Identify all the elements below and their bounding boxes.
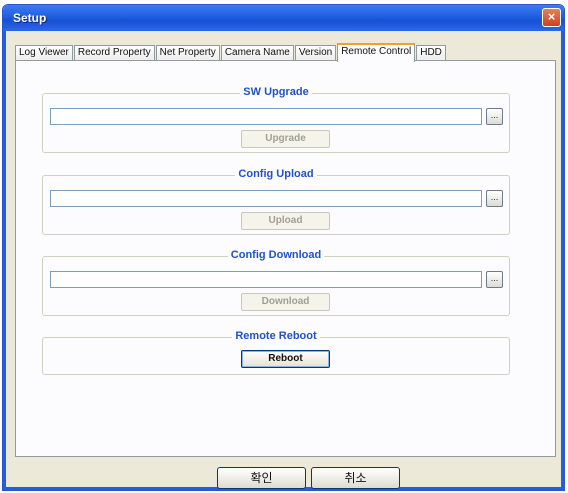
window-frame-right (561, 31, 564, 490)
config-upload-browse-button[interactable]: ... (486, 190, 503, 207)
remote-reboot-group: Remote Reboot Reboot (42, 330, 510, 375)
window-frame-left (3, 31, 6, 490)
close-icon: × (547, 9, 556, 24)
sw-upgrade-path-input[interactable] (50, 108, 482, 125)
title-bar[interactable]: Setup × (3, 5, 564, 31)
config-download-path-input[interactable] (50, 271, 482, 288)
config-download-browse-button[interactable]: ... (486, 271, 503, 288)
download-button[interactable]: Download (241, 293, 330, 311)
remote-control-panel: SW Upgrade ... Upgrade Config Upload ...… (15, 60, 556, 457)
cancel-button[interactable]: 취소 (311, 467, 400, 489)
upgrade-button[interactable]: Upgrade (241, 130, 330, 148)
tab-hdd[interactable]: HDD (416, 45, 446, 61)
tab-record-property[interactable]: Record Property (73, 45, 155, 61)
tab-log-viewer[interactable]: Log Viewer (15, 45, 73, 61)
config-upload-group: Config Upload ... Upload (42, 168, 510, 235)
config-upload-path-input[interactable] (50, 190, 482, 207)
reboot-button[interactable]: Reboot (241, 350, 330, 368)
sw-upgrade-group: SW Upgrade ... Upgrade (42, 86, 510, 153)
upload-button[interactable]: Upload (241, 212, 330, 230)
sw-upgrade-title: SW Upgrade (240, 86, 312, 98)
config-download-title: Config Download (227, 249, 325, 261)
remote-reboot-title: Remote Reboot (232, 330, 320, 342)
config-download-group: Config Download ... Download (42, 249, 510, 316)
window-title: Setup (13, 11, 47, 25)
close-button[interactable]: × (542, 8, 561, 27)
setup-dialog: Setup × Log Viewer Record Property Net P… (2, 4, 565, 491)
tab-remote-control[interactable]: Remote Control (337, 43, 416, 62)
tab-strip: Log Viewer Record Property Net Property … (15, 42, 447, 62)
ok-button[interactable]: 확인 (217, 467, 306, 489)
tab-net-property[interactable]: Net Property (155, 45, 220, 61)
config-upload-title: Config Upload (235, 168, 317, 180)
tab-version[interactable]: Version (294, 45, 337, 61)
tab-camera-name[interactable]: Camera Name (220, 45, 294, 61)
sw-upgrade-browse-button[interactable]: ... (486, 108, 503, 125)
